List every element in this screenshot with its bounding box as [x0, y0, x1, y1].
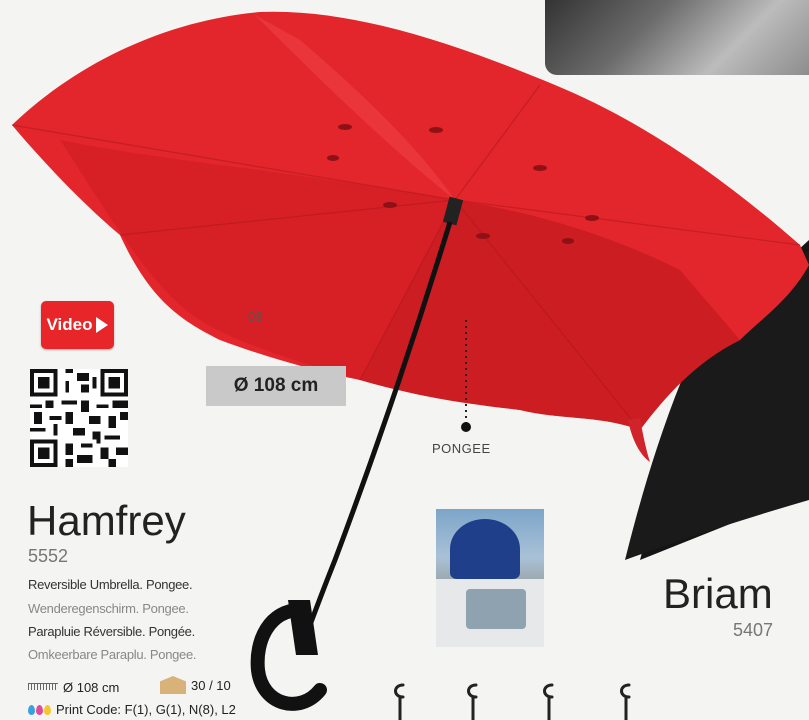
related-product-name: Briam [663, 570, 773, 617]
video-button[interactable]: Video [41, 301, 114, 349]
box-icon [160, 676, 186, 694]
diameter-badge: Ø 108 cm [206, 366, 346, 406]
color-variants-handles [394, 683, 631, 720]
ruler-icon [28, 683, 58, 692]
print-code-row: Print Code: F(1), G(1), N(8), L2 [28, 702, 236, 717]
packaging-row: 30 / 10 [160, 676, 231, 694]
description-de: Wenderegenschirm. Pongee. [28, 601, 189, 616]
packaging-value: 30 / 10 [191, 677, 231, 693]
print-code: Print Code: F(1), G(1), N(8), L2 [56, 702, 236, 717]
variant-code: 03 [248, 309, 263, 324]
product-name: Hamfrey [27, 497, 186, 544]
related-product-ref: 5407 [733, 620, 774, 640]
lifestyle-photo [436, 509, 544, 647]
diameter-spec-row: Ø 108 cm [28, 680, 119, 695]
diameter-spec: Ø 108 cm [63, 680, 120, 695]
qr-code [30, 369, 128, 467]
description-nl: Omkeerbare Paraplu. Pongee. [28, 647, 197, 662]
description-fr: Parapluie Réversible. Pongée. [28, 624, 195, 639]
video-label: Video [46, 315, 93, 334]
ink-drops-icon [28, 704, 51, 715]
description-en: Reversible Umbrella. Pongee. [28, 577, 193, 592]
product-ref: 5552 [28, 546, 69, 566]
play-icon [96, 317, 109, 333]
material-label: PONGEE [432, 441, 491, 456]
